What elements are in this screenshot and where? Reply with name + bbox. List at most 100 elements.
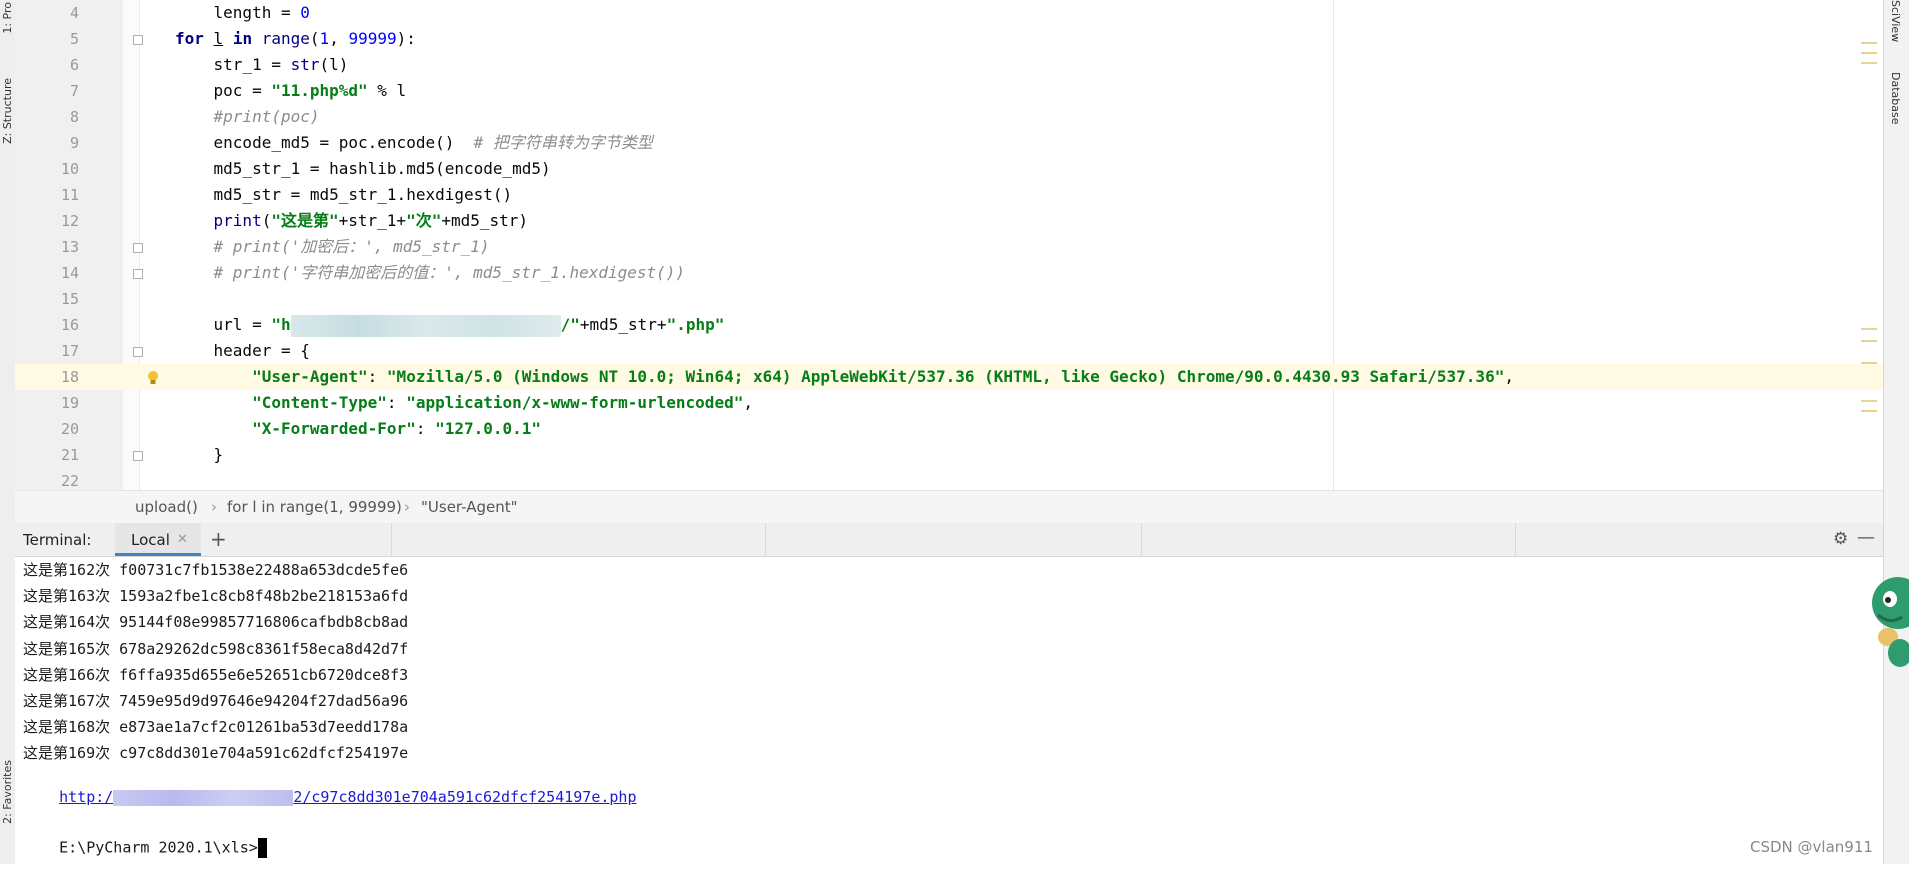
fold-marker-icon[interactable] (133, 451, 143, 461)
terminal-num: 169 (68, 744, 96, 763)
tool-tab-sciview[interactable]: SciView (1889, 0, 1902, 42)
code-token: ( (309, 29, 320, 48)
terminal-prefix: 这是第 (23, 639, 69, 658)
code-line[interactable]: 19 "Content-Type": "application/x-www-fo… (15, 390, 1883, 416)
code-line[interactable]: 12 print("这是第"+str_1+"次"+md5_str) (15, 208, 1883, 234)
terminal-suffix: 次 (95, 744, 111, 763)
terminal-output[interactable]: 这是第162次 f00731c7fb1538e22488a653dcde5fe6… (15, 557, 1883, 864)
code-line[interactable]: 18 "User-Agent": "Mozilla/5.0 (Windows N… (15, 364, 1883, 390)
code-token: for (175, 29, 204, 48)
terminal-num: 162 (68, 561, 96, 579)
code-token: % l (367, 81, 407, 100)
fold-marker-icon[interactable] (133, 269, 143, 279)
code-line[interactable]: 9 encode_md5 = poc.encode() # 把字符串转为字节类型 (15, 130, 1883, 156)
tool-tab-favorites[interactable]: 2: Favorites (0, 760, 15, 824)
code-line[interactable]: 15 (15, 286, 1883, 312)
code-token: (l) (319, 55, 349, 74)
code-token: +str_1+ (338, 211, 407, 230)
terminal-header: Terminal: Local ✕ + ⚙ — (15, 523, 1883, 557)
code-token: "Mozilla/5.0 (Windows NT 10.0; Win64; x6… (386, 367, 1505, 386)
fold-marker-icon[interactable] (133, 35, 143, 45)
mascot-image (1872, 577, 1909, 667)
fold-marker-icon[interactable] (133, 347, 143, 357)
code-token: : (415, 419, 436, 438)
line-number: 16 (60, 316, 79, 334)
terminal-link-line: http:/2/c97c8dd301e704a591c62dfcf254197e… (23, 770, 636, 824)
breadcrumb-item-loop[interactable]: for l in range(1, 99999) (227, 498, 402, 516)
code-token: "application/x-www-form-urlencoded" (406, 393, 744, 412)
line-number: 4 (69, 4, 79, 22)
code-token: length = (175, 3, 301, 22)
code-line[interactable]: 10 md5_str_1 = hashlib.md5(encode_md5) (15, 156, 1883, 182)
terminal-title: Terminal: (23, 531, 92, 549)
code-token: ".php" (666, 315, 725, 334)
code-line[interactable]: 6 str_1 = str(l) (15, 52, 1883, 78)
terminal-line: 这是第164次 95144f08e99857716806cafbdb8cb8ad (23, 611, 408, 632)
code-token: , (1504, 367, 1514, 386)
terminal-prefix: 这是第 (23, 665, 69, 684)
tool-tab-structure[interactable]: Z: Structure (0, 78, 15, 144)
terminal-suffix: 次 (95, 639, 111, 658)
gear-icon[interactable]: ⚙ (1833, 529, 1848, 549)
terminal-hash: 678a29262dc598c8361f58eca8d42d7f (119, 639, 409, 658)
code-token: # print('加密后：', md5_str_1) (175, 237, 490, 256)
code-text: str_1 = str(l) (175, 52, 349, 78)
line-number: 9 (69, 134, 79, 152)
code-line[interactable]: 7 poc = "11.php%d" % l (15, 78, 1883, 104)
code-token: # print('字符串加密后的值：', md5_str_1.hexdigest… (175, 263, 686, 282)
redacted-host (113, 789, 294, 806)
tool-tab-project[interactable]: 1: Pro (0, 2, 15, 34)
tool-tab-database[interactable]: Database (1889, 72, 1902, 125)
add-tab-icon[interactable]: + (210, 527, 227, 551)
terminal-hash: f6ffa935d655e6e52651cb6720dce8f3 (119, 665, 409, 684)
terminal-tab-local[interactable]: Local ✕ (115, 523, 201, 556)
breadcrumb: upload() › for l in range(1, 99999) › "U… (15, 490, 1883, 524)
line-number: 14 (60, 264, 79, 282)
editor-scrollbar-markers[interactable] (1861, 0, 1877, 490)
code-line[interactable]: 21 } (15, 442, 1883, 468)
line-number: 8 (69, 108, 79, 126)
code-line[interactable]: 13 # print('加密后：', md5_str_1) (15, 234, 1883, 260)
terminal-hash: c97c8dd301e704a591c62dfcf254197e (119, 744, 409, 763)
terminal-line: 这是第168次 e873ae1a7cf2c01261ba53d7eedd178a (23, 716, 408, 737)
breadcrumb-item-function[interactable]: upload() (135, 498, 198, 516)
code-editor[interactable]: 4 length = 0 5 for l in range(1, 99999): 6 … (15, 0, 1883, 490)
code-line[interactable]: 8 #print(poc) (15, 104, 1883, 130)
code-token: # 把字符串转为字节类型 (473, 133, 653, 152)
terminal-hash: 95144f08e99857716806cafbdb8cb8ad (119, 613, 409, 632)
breadcrumb-separator-icon: › (404, 498, 410, 516)
terminal-line: 这是第165次 678a29262dc598c8361f58eca8d42d7f (23, 638, 408, 659)
line-number: 13 (60, 238, 79, 256)
code-line[interactable]: 20 "X-Forwarded-For": "127.0.0.1" (15, 416, 1883, 442)
line-number: 20 (60, 420, 79, 438)
terminal-num: 164 (68, 613, 96, 632)
breadcrumb-item-key[interactable]: "User-Agent" (421, 498, 518, 516)
terminal-num: 167 (68, 692, 96, 710)
code-line[interactable]: 4 length = 0 (15, 0, 1883, 26)
terminal-prefix: 这是第 (23, 718, 69, 737)
terminal-prompt-line[interactable]: E:\PyCharm 2020.1\xls> (23, 820, 267, 876)
code-line[interactable]: 11 md5_str = md5_str_1.hexdigest() (15, 182, 1883, 208)
code-token: 0 (300, 3, 310, 22)
code-text: md5_str_1 = hashlib.md5(encode_md5) (175, 156, 551, 182)
code-token: : (367, 367, 387, 386)
code-line[interactable]: 16 url = "h /"+md5_str+".php" (15, 312, 1883, 338)
line-number: 7 (69, 82, 79, 100)
terminal-prompt: E:\PyCharm 2020.1\xls> (59, 838, 258, 857)
minimize-icon[interactable]: — (1857, 527, 1875, 548)
code-text: "X-Forwarded-For": "127.0.0.1" (175, 416, 541, 442)
code-token: "这是第" (271, 211, 339, 230)
code-token: "User-Agent" (175, 367, 368, 386)
terminal-prefix: 这是第 (23, 692, 69, 710)
code-line[interactable]: 17 header = { (15, 338, 1883, 364)
terminal-num: 168 (68, 718, 96, 737)
result-url-link[interactable]: http:/2/c97c8dd301e704a591c62dfcf254197e… (59, 788, 636, 806)
fold-marker-icon[interactable] (133, 243, 143, 253)
close-icon[interactable]: ✕ (177, 532, 188, 547)
code-line[interactable]: 5 for l in range(1, 99999): (15, 26, 1883, 52)
lightbulb-icon[interactable] (147, 368, 159, 384)
code-line[interactable]: 14 # print('字符串加密后的值：', md5_str_1.hexdig… (15, 260, 1883, 286)
code-token: "X-Forwarded-For" (175, 419, 416, 438)
